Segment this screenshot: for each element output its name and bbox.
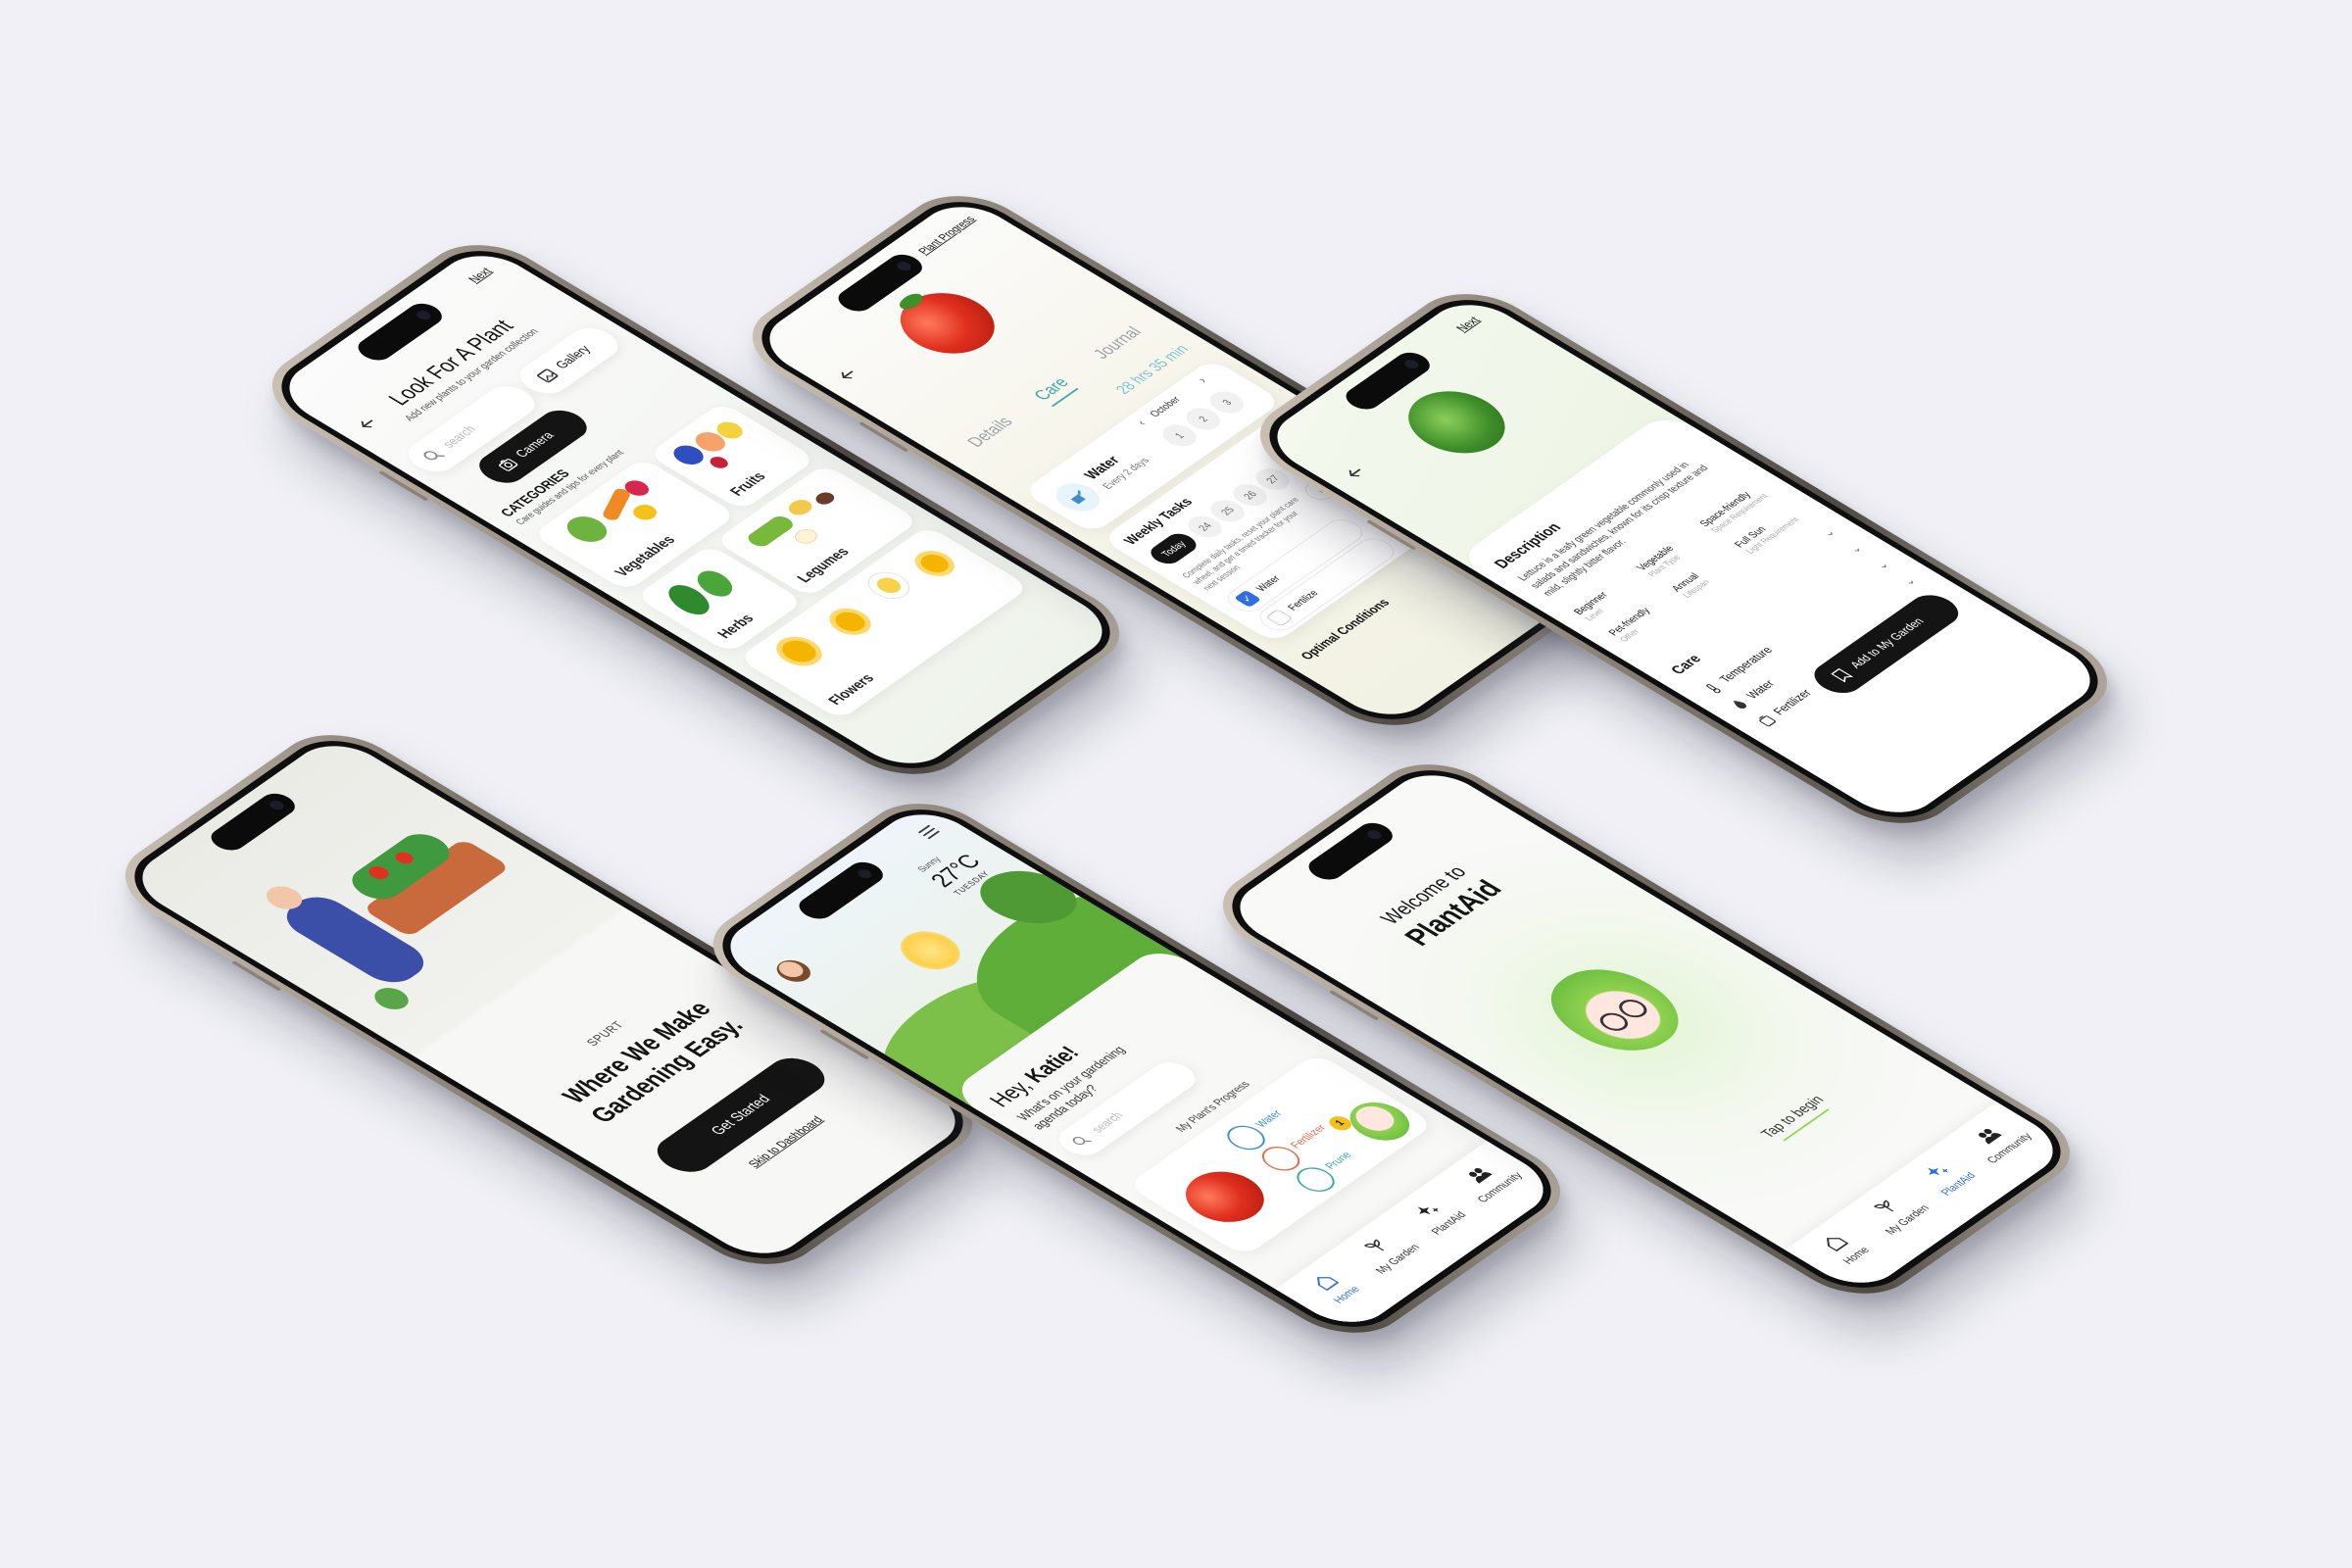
cherry-shape: [706, 454, 732, 471]
home-icon: [1316, 1277, 1340, 1292]
drop-icon: [1733, 700, 1746, 710]
sprout-icon: [1873, 1200, 1894, 1212]
plantaid-mascot-icon[interactable]: [1527, 954, 1702, 1066]
tab-journal[interactable]: Journal: [1090, 324, 1147, 363]
nav-home[interactable]: Home: [1293, 1260, 1375, 1314]
month-label: October: [1147, 394, 1184, 419]
search-placeholder: search: [439, 423, 480, 451]
tab-care[interactable]: Care: [1030, 374, 1079, 408]
image-icon: [537, 368, 559, 383]
avatar[interactable]: [769, 956, 817, 987]
add-to-garden-button[interactable]: Add to My Garden: [1804, 588, 1968, 700]
tomato-image: [881, 280, 1014, 367]
checkbox-checked-icon[interactable]: ✓: [1233, 589, 1262, 609]
care-item[interactable]: Fertilizer: [1770, 687, 1814, 717]
legumes-illustration: [744, 514, 798, 550]
thermometer-icon: [1706, 684, 1721, 694]
camera-label: Camera: [512, 429, 558, 461]
bookmark-icon: [1831, 667, 1854, 683]
chevron-right-icon[interactable]: ›: [1194, 375, 1209, 385]
next-link[interactable]: Next: [465, 266, 494, 285]
chevron-left-icon[interactable]: ‹: [1133, 417, 1149, 427]
tap-to-begin[interactable]: Tap to begin: [1679, 1038, 1906, 1196]
bean-shape-3: [790, 525, 822, 547]
community-icon: [1979, 1128, 2002, 1145]
sparkle-icon: [1417, 1206, 1440, 1215]
sunflower-shape: [829, 608, 871, 636]
care-title: Care: [1667, 652, 1705, 677]
bean-shape-2: [811, 489, 838, 508]
sunflower-shape-2: [915, 551, 955, 576]
lettuce-image: [1389, 378, 1525, 466]
progress-item: Prune: [1321, 1149, 1354, 1171]
pepper-shape: [628, 501, 662, 523]
task-water-label: Water: [1252, 573, 1284, 594]
progress-item: Fertilizer: [1287, 1122, 1329, 1151]
fertilizer-icon: [1758, 715, 1777, 727]
camera-icon: [498, 459, 518, 471]
sun-icon: [888, 923, 972, 978]
checkbox-icon[interactable]: [1265, 609, 1294, 627]
gallery-label: Gallery: [552, 343, 595, 371]
sprout-icon: [1363, 1239, 1385, 1251]
search-placeholder: search: [1088, 1109, 1126, 1135]
tab-details[interactable]: Details: [963, 415, 1018, 451]
category-label: Herbs: [713, 612, 758, 641]
plant-pot-illustration: [368, 983, 416, 1014]
today-chip[interactable]: Today: [1145, 529, 1202, 568]
progress-item: Water: [1251, 1107, 1285, 1130]
back-arrow-icon[interactable]: [831, 364, 864, 385]
chevron-down-icon[interactable]: ⌄: [1818, 526, 1838, 539]
tomato-image: [1169, 1161, 1280, 1233]
daisy-shape: [871, 574, 906, 597]
bottom-nav: Home My Garden PlantAid Community: [1785, 1102, 2073, 1296]
search-icon: [1072, 1136, 1092, 1146]
carrot-shape: [601, 487, 632, 522]
today-label: Today: [1158, 538, 1189, 560]
bean-shape: [784, 497, 817, 518]
task-fertilize-label: Fertilize: [1285, 588, 1321, 612]
category-label: Fruits: [726, 469, 770, 499]
chevron-down-icon[interactable]: ⌄: [1845, 542, 1866, 555]
chevron-down-icon[interactable]: ⌄: [1872, 559, 1892, 571]
home-icon: [1826, 1238, 1849, 1252]
flowers-illustration: [775, 636, 823, 667]
chevron-down-icon[interactable]: ⌄: [1899, 574, 1920, 587]
add-to-garden-label: Add to My Garden: [1846, 614, 1928, 670]
alert-count: 1: [1332, 1117, 1348, 1128]
plant-progress-header[interactable]: Plant Progress: [915, 214, 978, 256]
care-item[interactable]: Water: [1742, 678, 1777, 701]
search-icon: [423, 451, 445, 461]
category-label: Flowers: [824, 671, 878, 708]
menu-icon[interactable]: [914, 822, 945, 842]
community-icon: [1469, 1167, 1493, 1184]
sparkle-icon: [1927, 1167, 1949, 1176]
back-arrow-icon[interactable]: [1339, 462, 1372, 483]
next-link[interactable]: Next: [1452, 315, 1482, 334]
category-label: Legumes: [793, 545, 854, 585]
nav-home[interactable]: Home: [1802, 1221, 1885, 1275]
